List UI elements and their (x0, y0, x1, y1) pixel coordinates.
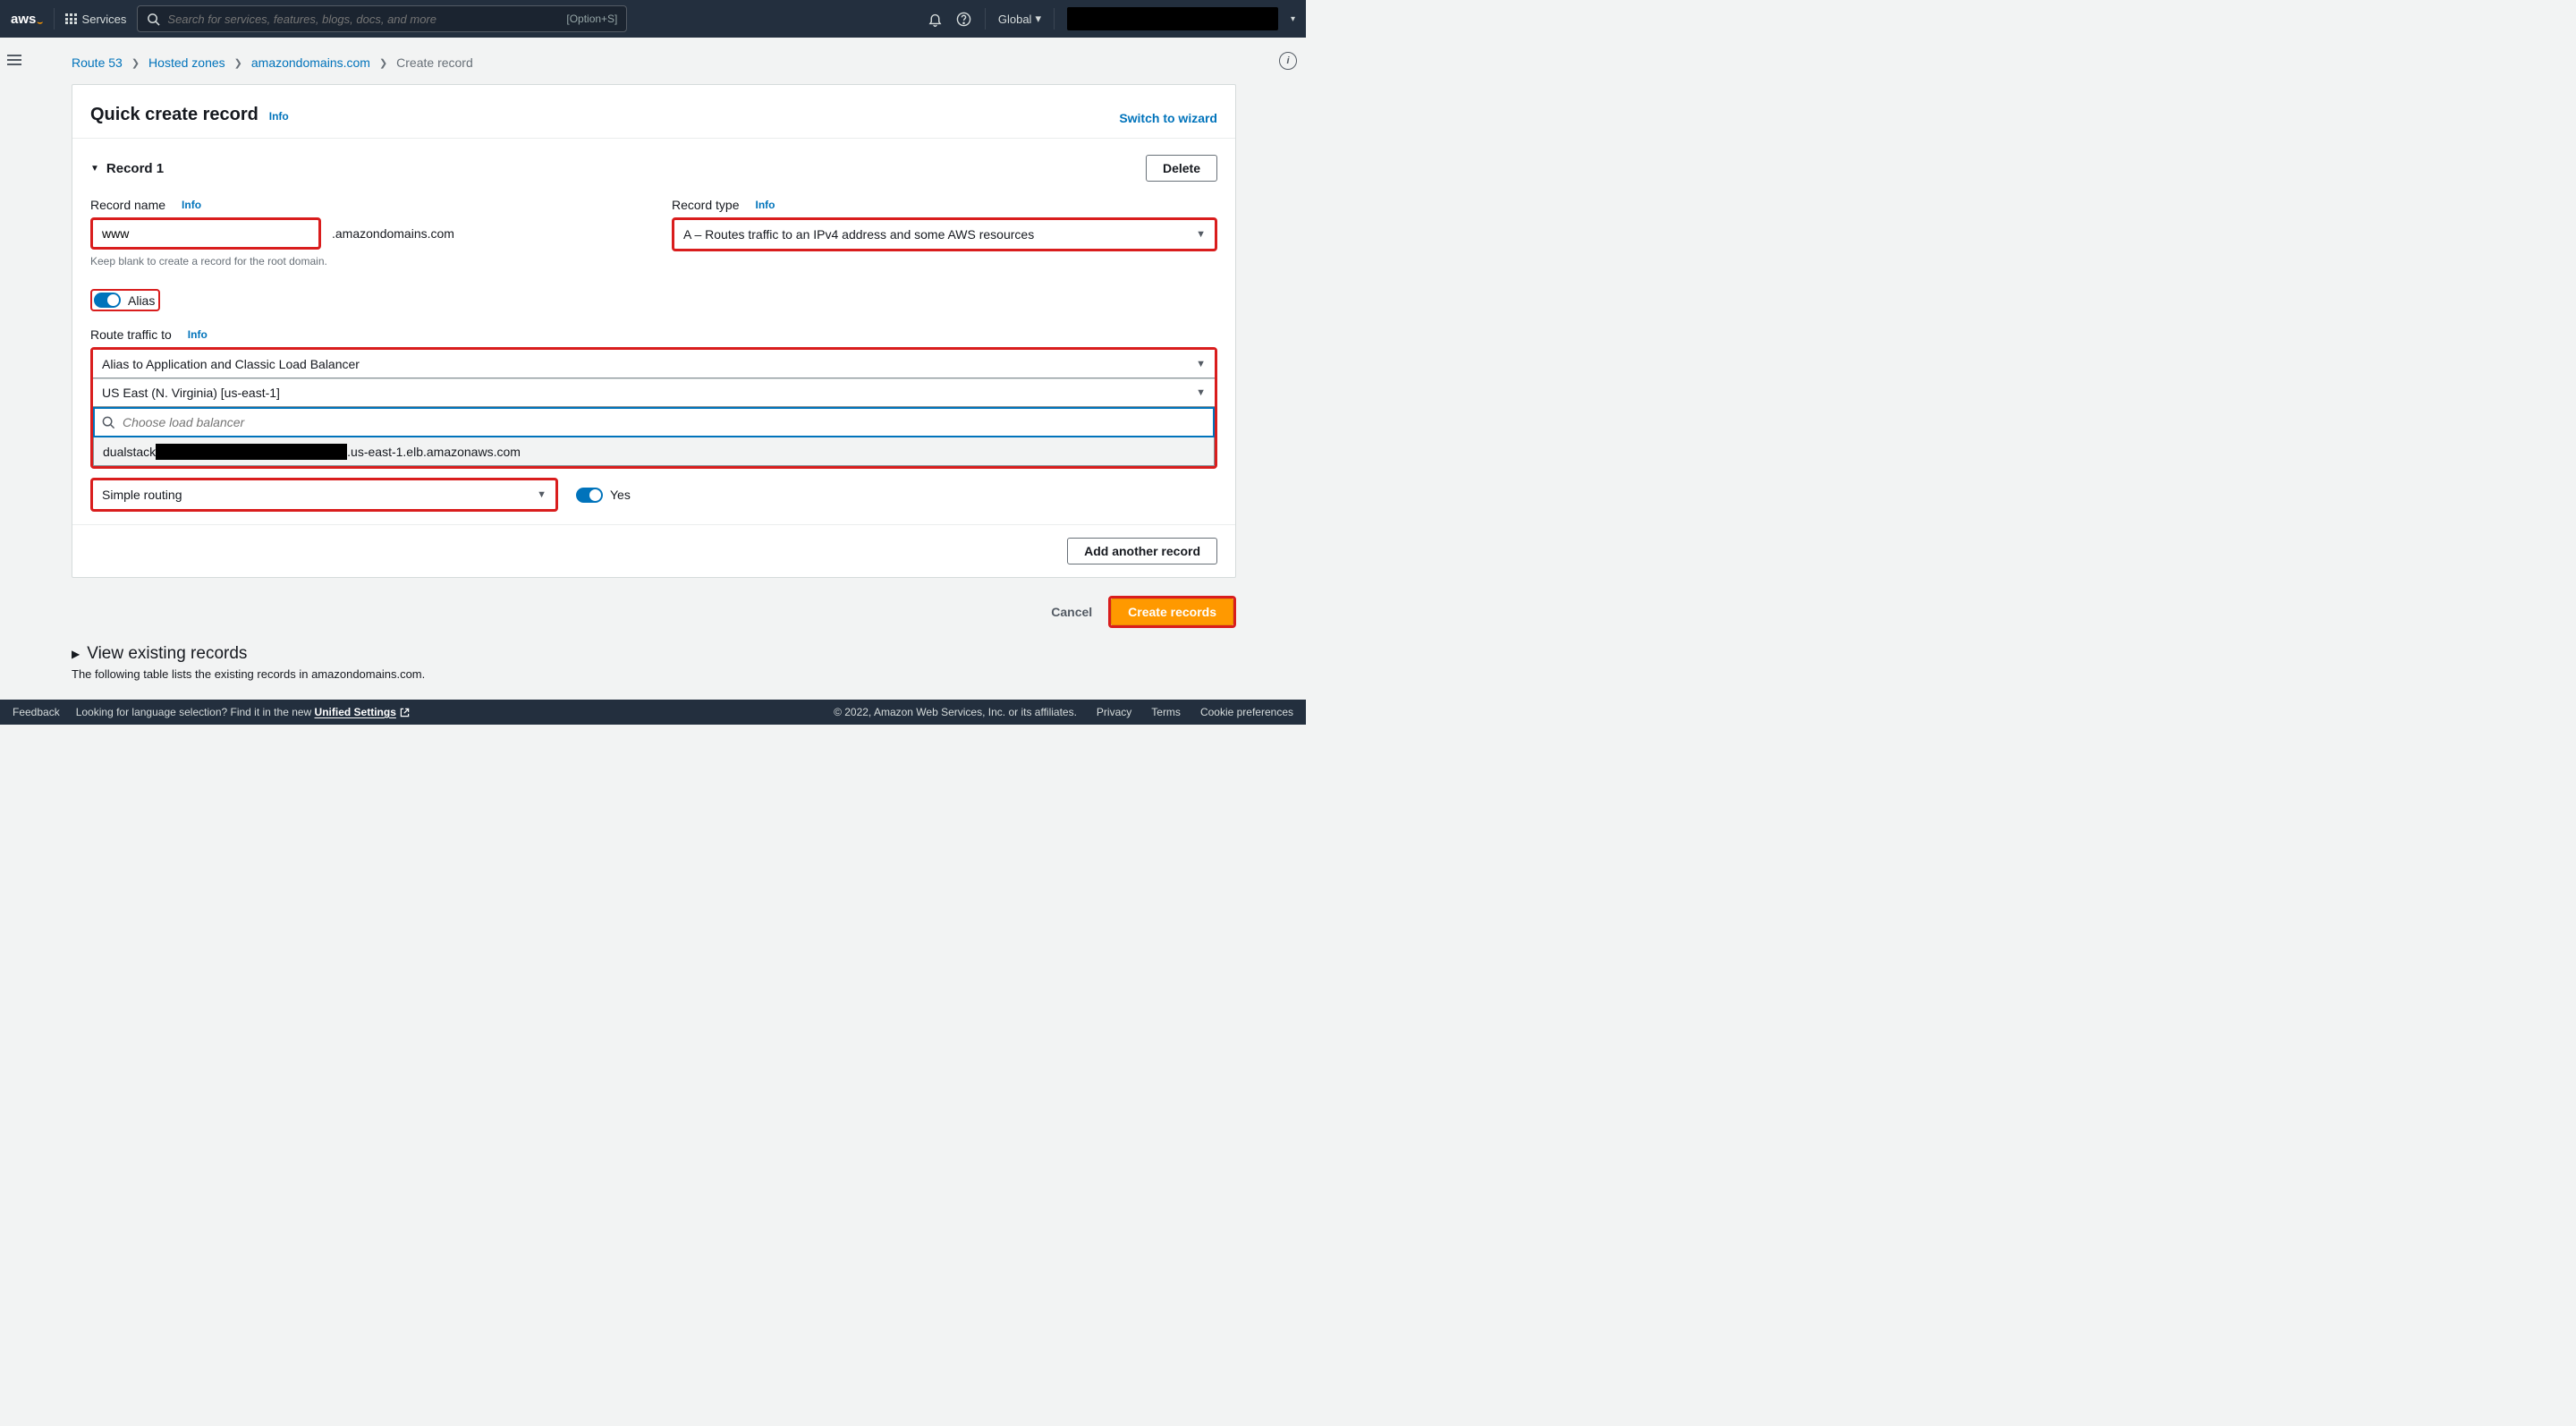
breadcrumb-route53[interactable]: Route 53 (72, 55, 123, 70)
privacy-link[interactable]: Privacy (1097, 706, 1131, 718)
create-record-panel: Quick create record Info Switch to wizar… (72, 84, 1236, 578)
caret-down-icon: ▾ (1035, 12, 1041, 26)
chevron-right-icon: ❯ (379, 57, 387, 69)
aws-logo-text: aws (11, 12, 36, 27)
create-records-button[interactable]: Create records (1111, 598, 1233, 625)
delete-button[interactable]: Delete (1146, 155, 1217, 182)
info-link[interactable]: Info (269, 110, 289, 123)
add-another-record-button[interactable]: Add another record (1067, 538, 1217, 564)
caret-down-icon: ▼ (1196, 359, 1206, 369)
terms-link[interactable]: Terms (1151, 706, 1181, 718)
cancel-button[interactable]: Cancel (1051, 605, 1092, 619)
region-value: US East (N. Virginia) [us-east-1] (102, 386, 280, 400)
routing-policy-value: Simple routing (102, 488, 182, 502)
services-menu[interactable]: Services (65, 13, 126, 26)
record-type-select[interactable]: A – Routes traffic to an IPv4 address an… (674, 220, 1215, 249)
record-heading: Record 1 (106, 161, 164, 176)
caret-right-icon: ▶ (72, 648, 80, 660)
alias-target-select[interactable]: Alias to Application and Classic Load Ba… (93, 350, 1215, 378)
feedback-link[interactable]: Feedback (13, 706, 60, 718)
nav-divider (54, 8, 55, 30)
nav-divider (1054, 8, 1055, 30)
breadcrumb: Route 53 ❯ Hosted zones ❯ amazondomains.… (32, 45, 1275, 84)
caret-down-icon: ▼ (90, 164, 99, 174)
aws-swoosh-icon: ⌣ (37, 18, 43, 28)
view-existing-subtitle: The following table lists the existing r… (72, 667, 1236, 681)
caret-down-icon: ▼ (1196, 229, 1206, 240)
help-panel-toggle[interactable]: i (1279, 52, 1297, 70)
copyright-text: © 2022, Amazon Web Services, Inc. or its… (834, 706, 1077, 718)
external-link-icon (400, 708, 410, 717)
alias-toggle[interactable] (94, 293, 121, 308)
help-icon[interactable] (956, 11, 972, 27)
footer: Feedback Looking for language selection?… (0, 700, 1306, 725)
side-nav-toggle[interactable] (7, 50, 27, 70)
nav-divider (985, 8, 986, 30)
record-type-label: Record type (672, 198, 739, 212)
page-title: Quick create record (90, 105, 258, 124)
alias-label: Alias (128, 293, 155, 308)
info-link[interactable]: Info (188, 328, 208, 341)
view-existing-title: View existing records (87, 644, 247, 664)
view-existing-toggle[interactable]: ▶ View existing records (72, 644, 1236, 664)
notifications-icon[interactable] (928, 11, 944, 27)
record-type-value: A – Routes traffic to an IPv4 address an… (683, 227, 1034, 242)
redacted-value (156, 444, 347, 460)
aws-logo[interactable]: aws ⌣ (11, 12, 43, 27)
caret-down-icon: ▾ (1291, 14, 1295, 24)
lb-option-prefix: dualstack (103, 445, 156, 459)
region-select[interactable]: US East (N. Virginia) [us-east-1] ▼ (93, 378, 1215, 407)
cookie-preferences-link[interactable]: Cookie preferences (1200, 706, 1293, 718)
top-nav: aws ⌣ Services [Option+S] Global ▾ ▾ (0, 0, 1306, 38)
services-label: Services (82, 13, 127, 26)
routing-policy-select[interactable]: Simple routing ▼ (93, 480, 555, 509)
caret-down-icon: ▼ (1196, 387, 1206, 398)
info-link[interactable]: Info (182, 199, 201, 211)
record-name-input[interactable] (93, 220, 318, 247)
account-menu[interactable] (1067, 7, 1278, 30)
load-balancer-input[interactable] (123, 415, 1206, 429)
breadcrumb-hosted-zones[interactable]: Hosted zones (148, 55, 225, 70)
caret-down-icon: ▼ (537, 489, 547, 500)
record-name-label: Record name (90, 198, 165, 212)
language-prompt: Looking for language selection? Find it … (76, 706, 410, 718)
load-balancer-option[interactable]: dualstack .us-east-1.elb.amazonaws.com (93, 437, 1215, 466)
breadcrumb-current: Create record (396, 55, 473, 70)
switch-to-wizard-link[interactable]: Switch to wizard (1119, 111, 1217, 125)
record-1-toggle[interactable]: ▼ Record 1 (90, 161, 164, 176)
record-name-suffix: .amazondomains.com (332, 226, 454, 241)
info-link[interactable]: Info (755, 199, 775, 211)
load-balancer-search[interactable] (93, 407, 1215, 437)
search-shortcut: [Option+S] (566, 13, 617, 25)
evaluate-health-label: Yes (610, 488, 631, 502)
unified-settings-link[interactable]: Unified Settings (315, 706, 410, 718)
evaluate-health-toggle[interactable] (576, 488, 603, 503)
route-traffic-label: Route traffic to (90, 327, 172, 342)
region-selector[interactable]: Global ▾ (998, 12, 1041, 26)
chevron-right-icon: ❯ (234, 57, 242, 69)
services-grid-icon (65, 13, 77, 25)
search-icon (147, 13, 160, 26)
chevron-right-icon: ❯ (131, 57, 140, 69)
breadcrumb-domain[interactable]: amazondomains.com (251, 55, 370, 70)
global-search[interactable]: [Option+S] (137, 5, 627, 32)
alias-target-value: Alias to Application and Classic Load Ba… (102, 357, 360, 371)
main-content: Route 53 ❯ Hosted zones ❯ amazondomains.… (32, 38, 1275, 700)
search-input[interactable] (167, 13, 566, 26)
record-name-helper: Keep blank to create a record for the ro… (90, 255, 636, 267)
region-label: Global (998, 13, 1032, 26)
search-icon (102, 416, 115, 429)
lb-option-suffix: .us-east-1.elb.amazonaws.com (347, 445, 521, 459)
